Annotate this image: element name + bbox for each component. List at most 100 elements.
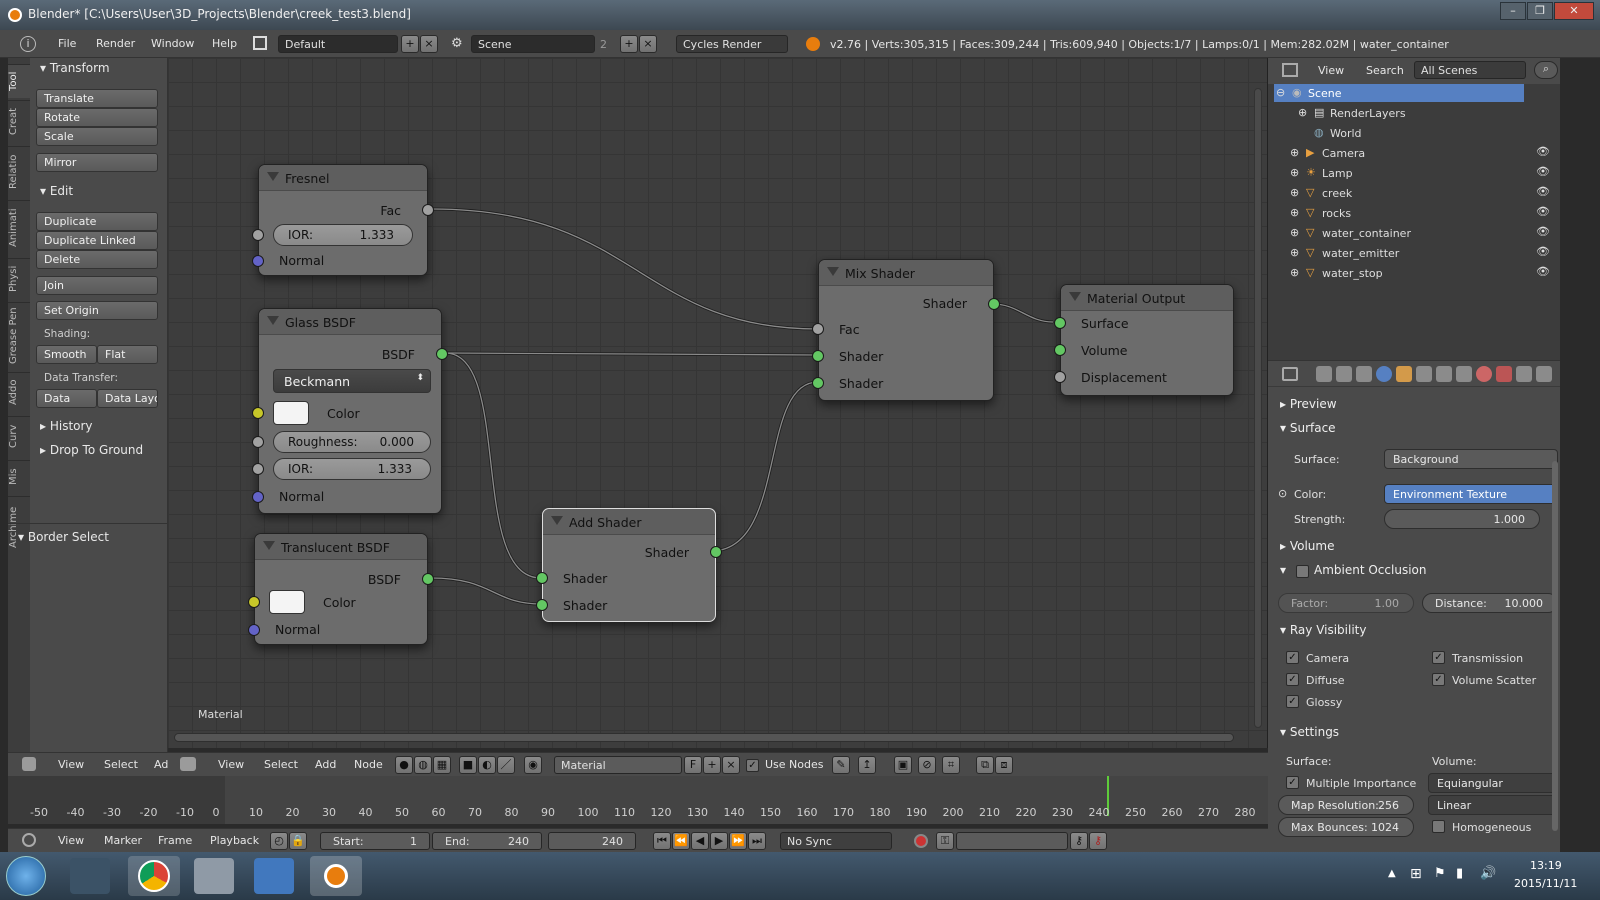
insert-keyframe-icon[interactable]: ⚷ [1070, 832, 1088, 850]
visibility-eye-icon[interactable]: 👁 [1536, 265, 1550, 278]
drop-to-ground-header[interactable]: ▸ Drop To Ground [40, 443, 143, 457]
mirror-button[interactable]: Mirror [36, 153, 158, 172]
translucent-normal-socket[interactable] [248, 624, 260, 636]
fresnel-fac-socket[interactable] [422, 204, 434, 216]
node-editor[interactable]: Fresnel Fac IOR: 1.333 Normal Glass BSDF … [168, 58, 1268, 748]
menu-window[interactable]: Window [151, 37, 194, 50]
glass-ior-socket[interactable] [252, 463, 264, 475]
surface-shader-selector[interactable]: Background [1384, 449, 1558, 469]
duplicate-linked-button[interactable]: Duplicate Linked [36, 231, 158, 250]
info-icon[interactable]: i [20, 36, 36, 52]
windows-flag-icon[interactable]: ⊞ [1410, 866, 1422, 882]
ray-camera-checkbox[interactable]: ✓ [1286, 651, 1299, 664]
remove-scene-button[interactable]: × [639, 35, 657, 53]
add-layout-button[interactable]: + [401, 35, 419, 53]
data-button[interactable]: Data [36, 389, 97, 408]
collapse-icon[interactable] [1069, 292, 1081, 301]
glass-ior-field[interactable]: IOR: 1.333 [273, 458, 431, 480]
join-button[interactable]: Join [36, 276, 158, 295]
collapse-icon[interactable] [551, 516, 563, 525]
current-frame-field[interactable]: 240 [548, 832, 636, 850]
action-center-icon[interactable]: ⚑ [1434, 866, 1446, 881]
outliner-item-renderlayers[interactable]: RenderLayers [1330, 107, 1406, 120]
outliner-item-world[interactable]: World [1330, 127, 1362, 140]
outliner-editor-icon[interactable] [1282, 63, 1298, 77]
render-engine-selector[interactable]: Cycles Render [676, 35, 788, 53]
tab-tool[interactable]: Tool [8, 64, 30, 98]
unlink-material-button[interactable]: × [722, 756, 740, 774]
timeline-frame-menu[interactable]: Frame [158, 834, 192, 847]
collapse-icon[interactable] [267, 316, 279, 325]
tab-archimesh[interactable]: Archime [8, 496, 30, 558]
mix-fac-socket[interactable] [812, 323, 824, 335]
linestyle-shader-icon[interactable]: ／ [497, 756, 515, 774]
menu-render[interactable]: Render [96, 37, 135, 50]
translucent-bsdf-socket[interactable] [422, 573, 434, 585]
multiple-importance-checkbox[interactable]: ✓ [1286, 776, 1299, 789]
transform-panel-header[interactable]: ▾ Transform [40, 61, 110, 75]
border-select-header[interactable]: ▾ Border Select [18, 530, 109, 544]
color-socket-icon[interactable]: ⊙ [1278, 487, 1287, 500]
surface-section-header[interactable]: ▾ Surface [1280, 421, 1336, 435]
properties-editor-icon[interactable] [1282, 367, 1298, 381]
mix-header[interactable]: Mix Shader [819, 260, 993, 286]
ao-section-header[interactable]: ▾ [1280, 563, 1286, 577]
expand-icon[interactable]: ⊕ [1290, 246, 1299, 259]
outliner-item-water-emitter[interactable]: water_emitter [1322, 247, 1399, 260]
start-frame-field[interactable]: Start: 1 [320, 832, 430, 850]
tab-physics[interactable]: Physi [8, 258, 30, 298]
glass-color-socket[interactable] [252, 407, 264, 419]
auto-offset-icon[interactable]: ⊘ [918, 756, 936, 774]
node-view-menu[interactable]: View [218, 758, 244, 771]
tab-misc[interactable]: Mis [8, 460, 30, 492]
chrome-taskbar-icon[interactable] [128, 856, 180, 896]
volume-icon[interactable]: 🔊 [1480, 866, 1496, 881]
lock-range-icon[interactable]: 🔒 [289, 832, 307, 850]
tab-relations[interactable]: Relatio [8, 146, 30, 196]
scene-tab-icon[interactable] [1356, 366, 1372, 382]
taskbar-date[interactable]: 2015/11/11 [1514, 877, 1577, 890]
tab-curve[interactable]: Curv [8, 416, 30, 456]
search-icon[interactable]: ⌕ [1534, 61, 1558, 79]
properties-scrollbar[interactable] [1552, 461, 1558, 831]
add-shader-out-socket[interactable] [710, 546, 722, 558]
tab-animation[interactable]: Animati [8, 200, 30, 254]
pin-icon[interactable]: ✎ [832, 756, 850, 774]
translate-button[interactable]: Translate [36, 89, 158, 108]
ray-visibility-section-header[interactable]: ▾ Ray Visibility [1280, 623, 1366, 637]
tab-addons[interactable]: Addo [8, 372, 30, 412]
show-hidden-icons[interactable]: ▲ [1388, 868, 1396, 879]
shader-type-object-icon[interactable]: ● [395, 756, 413, 774]
max-bounces-field[interactable]: Max Bounces: 1024 [1278, 817, 1414, 837]
delete-keyframe-icon[interactable]: ⚷ [1089, 832, 1107, 850]
sync-mode-dropdown[interactable]: No Sync [780, 832, 892, 850]
jump-keyframe-back-icon[interactable]: ⏪ [672, 832, 690, 850]
snap-icon[interactable]: ⌗ [942, 756, 960, 774]
shader-type-line-icon[interactable]: ▦ [433, 756, 451, 774]
keying-set-field[interactable] [956, 832, 1068, 850]
add-shader-in2-socket[interactable] [536, 599, 548, 611]
add-scene-button[interactable]: + [620, 35, 638, 53]
map-resolution-field[interactable]: Map Resolution: 256 [1278, 795, 1414, 815]
left-view-menu[interactable]: View [58, 758, 84, 771]
node-node-menu[interactable]: Node [354, 758, 383, 771]
messenger-taskbar-icon[interactable] [254, 858, 294, 894]
properties-editor-icon[interactable] [22, 757, 36, 771]
node-add-shader[interactable]: Add Shader Shader Shader Shader [536, 508, 722, 622]
visibility-eye-icon[interactable]: 👁 [1536, 205, 1550, 218]
parent-tree-icon[interactable]: ↥ [858, 756, 876, 774]
glass-color-swatch[interactable] [273, 401, 309, 425]
translucent-color-socket[interactable] [248, 596, 260, 608]
jump-start-icon[interactable]: ⏮ [653, 832, 671, 850]
delete-button[interactable]: Delete [36, 250, 158, 269]
particles-tab-icon[interactable] [1516, 366, 1532, 382]
screen-layout-icon[interactable] [253, 36, 267, 50]
object-tab-icon[interactable] [1396, 366, 1412, 382]
expand-icon[interactable]: ⊕ [1290, 186, 1299, 199]
network-icon[interactable]: ▮ [1456, 866, 1463, 881]
outliner-item-scene[interactable]: Scene [1308, 87, 1342, 100]
glass-roughness-socket[interactable] [252, 436, 264, 448]
fresnel-ior-field[interactable]: IOR: 1.333 [273, 224, 413, 246]
play-icon[interactable]: ▶ [710, 832, 728, 850]
collapse-icon[interactable] [267, 172, 279, 181]
